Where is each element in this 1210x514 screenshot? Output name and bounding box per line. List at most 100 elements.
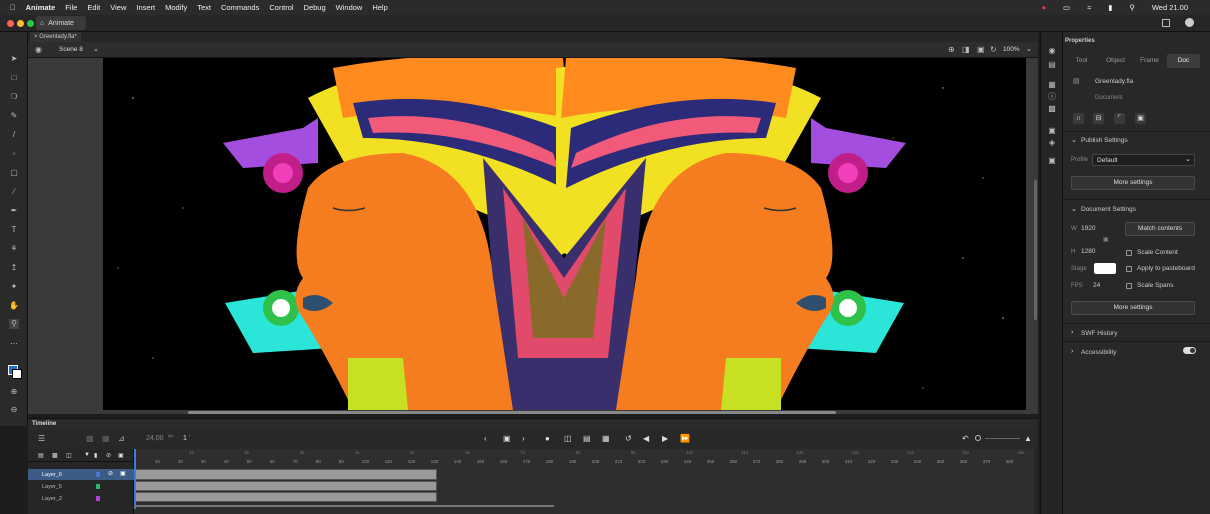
eyedropper-tool-icon[interactable]: ↥ [9,263,19,273]
trash-icon[interactable]: ◫ [66,452,72,459]
info-panel-icon[interactable]: ⓘ [1047,92,1057,102]
panel-layout-icon[interactable] [1162,19,1170,27]
layer-frames-span[interactable] [134,469,437,480]
motion-tween-icon[interactable]: ▦ [602,434,610,443]
menu-app-name[interactable]: Animate [26,3,56,12]
frame-cells[interactable] [134,469,1034,502]
menu-debug[interactable]: Debug [304,3,326,12]
menu-commands[interactable]: Commands [221,3,259,12]
line-tool-icon[interactable]: ∕ [9,187,19,197]
edit-multiple-frames-icon[interactable]: ◫ [564,434,572,443]
vertical-scrollbar[interactable] [1034,180,1037,320]
hand-tool-icon[interactable]: ✋ [9,301,19,311]
fps-value[interactable]: 24 [1093,282,1100,289]
close-tab-icon[interactable]: × [34,34,38,40]
chevron-right-icon[interactable]: › [1071,329,1073,336]
text-tool-icon[interactable]: T [9,225,19,235]
layer-name[interactable]: Layer_6 [42,472,62,478]
zoom-dropdown-icon[interactable]: ⌄ [1026,45,1032,53]
zoom-in-icon[interactable]: ⊕ [9,387,19,397]
accessibility-toggle[interactable] [1183,347,1196,354]
align-panel-icon[interactable]: ▦ [1047,80,1057,90]
menu-window[interactable]: Window [336,3,363,12]
folder-icon[interactable]: ▩ [52,452,58,459]
layer-color-swatch[interactable] [96,496,100,501]
library-panel-icon[interactable]: ▤ [1047,60,1057,70]
rectangle-tool-icon[interactable]: ▢ [9,168,19,178]
profile-select[interactable]: Default ⌄ [1092,154,1195,166]
layer-name[interactable]: Layer_5 [42,484,62,490]
selection-tool-icon[interactable]: ➤ [9,54,19,64]
camera-icon[interactable]: ▩ [86,434,94,443]
menu-text[interactable]: Text [197,3,211,12]
home-icon[interactable]: ⌂ [40,20,44,27]
document-tab[interactable]: × Greenlady.fla* [30,32,81,42]
mountain-icon[interactable]: ▲ [1024,434,1032,443]
scale-content-checkbox[interactable] [1126,250,1132,256]
tab-doc[interactable]: Doc [1167,54,1200,68]
battery-icon[interactable]: ▮ [1108,3,1112,12]
zoom-out-icon[interactable]: ⊖ [9,405,19,415]
frame-picker-icon[interactable]: ▣ [1047,156,1057,166]
snap-icon[interactable]: ⊟ [1093,113,1104,124]
horizontal-scrollbar[interactable] [188,411,836,414]
search-icon[interactable]: ⚲ [1129,3,1135,12]
paint-bucket-tool-icon[interactable]: ⚘ [9,244,19,254]
rotate-stage-icon[interactable]: ↻ [990,45,997,54]
zoom-level[interactable]: 100% [1003,46,1020,53]
more-tools-icon[interactable]: ⋯ [9,339,19,349]
magnet-icon[interactable]: ∩ [1073,113,1084,124]
highlight-icon[interactable]: ▮ [94,452,97,459]
visibility-icon[interactable]: ⊘ [106,452,111,459]
tween-icon[interactable]: ▤ [583,434,591,443]
layer-color-swatch[interactable] [96,472,100,477]
swf-history-header[interactable]: SWF History [1081,330,1117,337]
playhead[interactable] [134,449,136,509]
add-layer-icon[interactable]: ▤ [38,452,44,459]
play-icon[interactable]: ▶ [662,434,668,443]
match-contents-button[interactable]: Match contents [1125,222,1195,236]
tab-tool[interactable]: Tool [1065,54,1098,68]
layer-row[interactable]: Layer_5 [28,481,134,492]
width-value[interactable]: 1920 [1081,225,1095,232]
padlock-icon[interactable]: ▣ [1135,113,1146,124]
zoom-slider-track[interactable] [985,438,1020,439]
loop-icon[interactable]: ↺ [625,434,632,443]
fit-stage-icon[interactable]: ▣ [977,45,985,54]
menu-modify[interactable]: Modify [165,3,187,12]
stage-color-swatch[interactable] [1094,263,1116,274]
publish-more-settings-button[interactable]: More settings [1071,176,1195,190]
chevron-down-icon[interactable]: ⌄ [93,45,99,53]
play-preview-icon[interactable] [1185,18,1194,27]
display-icon[interactable]: ▭ [1063,3,1070,12]
creative-cloud-icon[interactable]: ● [1041,3,1046,12]
fps-value[interactable]: 24,00 [146,435,164,442]
layer-frames-span[interactable] [134,492,437,502]
insert-keyframe-icon[interactable]: ▣ [503,434,511,443]
brush-tool-icon[interactable]: / [9,130,19,140]
layer-name[interactable]: Layer_2 [42,496,62,502]
stage-canvas[interactable] [103,58,1026,410]
layer-row[interactable]: Layer_2 [28,493,134,504]
hidden-icon[interactable]: ⊘ [108,470,113,477]
tab-object[interactable]: Object [1099,54,1132,68]
properties-panel-icon[interactable]: ◉ [1047,46,1057,56]
layer-row[interactable]: Layer_6 ⊘ ▣ [28,469,134,480]
current-frame[interactable]: 1 [183,435,187,442]
eraser-tool-icon[interactable]: ◦ [9,149,19,159]
menu-help[interactable]: Help [372,3,387,12]
accessibility-header[interactable]: Accessibility [1081,349,1116,356]
swatches-panel-icon[interactable]: ▩ [1047,104,1057,114]
publish-settings-header[interactable]: Publish Settings [1081,137,1128,144]
menu-insert[interactable]: Insert [136,3,155,12]
pen-tool-icon[interactable]: ✒ [9,206,19,216]
show-layer-icon[interactable]: ▼ [84,452,90,458]
layers-icon[interactable]: ☰ [38,434,45,443]
step-forward-icon[interactable]: ⏩ [680,434,690,443]
fill-color-swatch[interactable] [12,369,22,379]
step-back-icon[interactable]: ◀ [643,434,649,443]
scene-name[interactable]: Scene 8 [59,46,83,53]
document-more-settings-button[interactable]: More settings [1071,301,1195,315]
motion-presets-icon[interactable]: ◈ [1047,138,1057,148]
layer-color-swatch[interactable] [96,484,100,489]
